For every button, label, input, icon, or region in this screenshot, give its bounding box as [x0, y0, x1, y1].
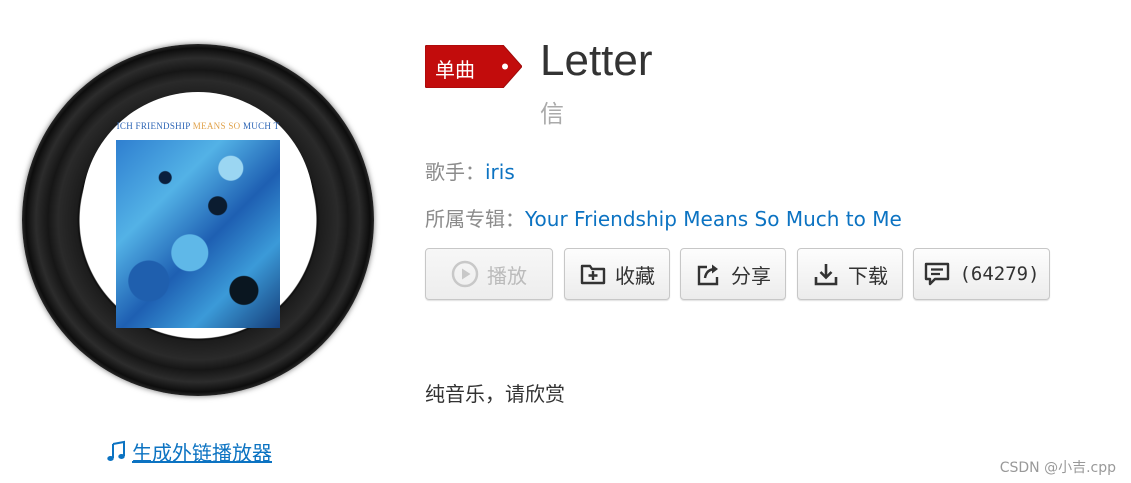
- song-subtitle: 信: [540, 100, 564, 128]
- collect-button[interactable]: 收藏: [564, 248, 670, 300]
- comment-button[interactable]: (64279): [913, 248, 1050, 300]
- badge-label: 单曲: [435, 58, 475, 82]
- song-description: 纯音乐，请欣赏: [425, 382, 565, 406]
- external-player-link-label[interactable]: 生成外链播放器: [132, 437, 272, 466]
- collect-button-label: 收藏: [615, 263, 655, 288]
- song-title: Letter: [540, 36, 653, 85]
- single-badge: 单曲: [424, 44, 523, 89]
- album-cover-title: ICH FRIENDSHIP MEANS SO MUCH T: [110, 121, 286, 135]
- download-button[interactable]: 下载: [797, 248, 903, 300]
- folder-add-icon: [580, 264, 606, 285]
- music-note-icon: [107, 440, 125, 461]
- artist-row: 歌手：iris: [425, 156, 515, 185]
- cover-title-part2: MEANS SO: [192, 121, 243, 131]
- album-row: 所属专辑：Your Friendship Means So Much to Me: [425, 203, 902, 232]
- share-button[interactable]: 分享: [680, 248, 786, 300]
- comment-icon: [925, 262, 950, 286]
- download-button-label: 下载: [848, 263, 888, 288]
- external-player-link[interactable]: 生成外链播放器: [104, 437, 272, 466]
- watermark: CSDN @小吉.cpp: [999, 460, 1116, 476]
- album-label: 所属专辑：: [425, 207, 525, 231]
- artist-link[interactable]: iris: [485, 160, 515, 184]
- download-icon: [814, 264, 838, 286]
- album-link[interactable]: Your Friendship Means So Much to Me: [525, 207, 902, 231]
- cover-title-part3: MUCH T: [243, 121, 280, 131]
- play-button-label: 播放: [487, 263, 527, 288]
- play-circle-icon: [451, 260, 479, 288]
- artist-label: 歌手：: [425, 160, 485, 184]
- comment-count: (64279): [959, 263, 1040, 285]
- share-button-label: 分享: [731, 263, 771, 288]
- share-icon: [697, 264, 719, 286]
- play-button[interactable]: 播放: [425, 248, 553, 300]
- album-cover: [116, 140, 280, 328]
- cover-title-part1: ICH FRIENDSHIP: [116, 121, 193, 131]
